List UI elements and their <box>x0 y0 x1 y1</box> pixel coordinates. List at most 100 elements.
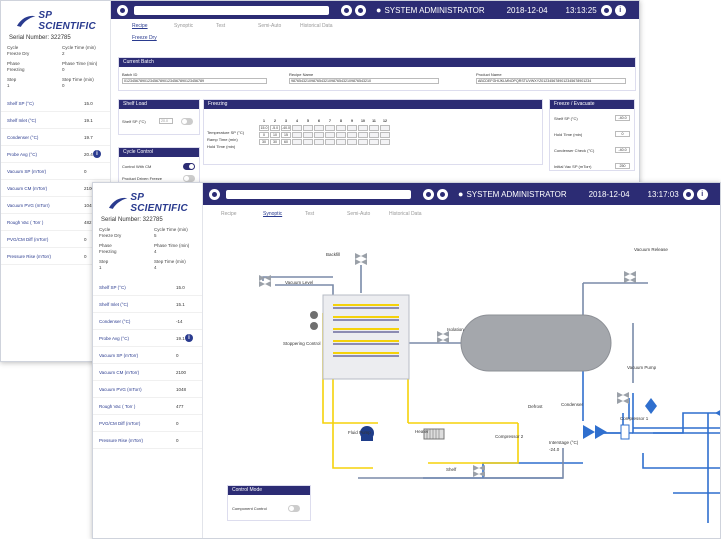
shelf-load-title: Shelf Load <box>119 100 199 109</box>
freezing-row-label: Temperature SP (°C) <box>207 130 245 135</box>
freezing-cell[interactable] <box>336 139 346 145</box>
logout-icon[interactable] <box>600 4 612 16</box>
tab-freeze-dry[interactable]: Freeze Dry <box>132 35 192 41</box>
freezing-cell[interactable]: -5.0 <box>270 125 280 131</box>
tab-synoptic[interactable]: Synoptic <box>263 211 305 217</box>
freezing-cell[interactable] <box>292 125 302 131</box>
freezing-cell[interactable] <box>380 132 390 138</box>
step-column-header[interactable]: 7 <box>325 118 335 124</box>
step-column-header[interactable]: 11 <box>369 118 379 124</box>
freezing-cell[interactable] <box>358 132 368 138</box>
freezing-cell[interactable] <box>336 132 346 138</box>
shelf-load-toggle[interactable] <box>181 118 193 125</box>
tab-semi-auto[interactable]: Semi-Auto <box>258 23 300 29</box>
freezing-cell[interactable] <box>380 125 390 131</box>
info-icon[interactable]: i <box>614 4 626 16</box>
freezing-cell[interactable] <box>325 125 335 131</box>
step-column-header[interactable]: 8 <box>336 118 346 124</box>
freezing-cell[interactable] <box>325 132 335 138</box>
tab-test[interactable]: Test <box>216 23 258 29</box>
menu-button[interactable] <box>117 4 128 16</box>
freezing-cell[interactable] <box>303 139 313 145</box>
freezing-cell[interactable]: 0 <box>259 132 269 138</box>
step-column-header[interactable]: 12 <box>380 118 390 124</box>
stoppering-up-button[interactable] <box>310 311 318 319</box>
freeze-evac-input[interactable]: 0 <box>615 131 630 137</box>
freezing-cell[interactable] <box>369 132 379 138</box>
recipe-name-input[interactable]: 9876543210987654321098765432109876543210 <box>289 78 439 84</box>
freezing-cell[interactable] <box>369 139 379 145</box>
vacuum-release-valve-icon[interactable] <box>624 271 636 283</box>
freezing-cell[interactable] <box>314 139 324 145</box>
freezing-cell[interactable] <box>336 125 346 131</box>
tab-test[interactable]: Test <box>305 211 347 217</box>
freeze-evac-input[interactable]: 250 <box>615 163 630 169</box>
product-driven-freeze-toggle[interactable] <box>183 175 195 182</box>
product-name-input[interactable]: ABCDEFGHIJKLMNOPQRSTUVWXYZ01234567890123… <box>476 78 626 84</box>
isolation-valve-icon[interactable] <box>437 331 449 343</box>
tab-semi-auto[interactable]: Semi-Auto <box>347 211 389 217</box>
compressor-2-icon[interactable] <box>583 425 607 439</box>
step-column-header[interactable]: 6 <box>314 118 324 124</box>
freeze-evac-input[interactable]: -40.0 <box>615 115 630 121</box>
logout-icon[interactable] <box>682 188 694 200</box>
freezing-cell[interactable]: 60 <box>281 139 291 145</box>
compressor-1-icon[interactable] <box>715 406 721 420</box>
freezing-cell[interactable]: -40.0 <box>281 125 291 131</box>
freezing-cell[interactable] <box>314 125 324 131</box>
freezing-cell[interactable] <box>292 132 302 138</box>
component-control-toggle[interactable] <box>288 505 300 512</box>
freezing-cell[interactable] <box>314 132 324 138</box>
shelf-load-input[interactable]: 20.0 <box>159 118 173 124</box>
freezing-cell[interactable] <box>369 125 379 131</box>
freeze-evac-input[interactable]: -40.0 <box>615 147 630 153</box>
menu-button[interactable] <box>209 188 220 200</box>
reading-value: -14 <box>176 318 183 324</box>
batch-id-input[interactable]: 0123456789012345678901234567890123456789 <box>122 78 267 84</box>
tab-recipe[interactable]: Recipe <box>221 211 263 217</box>
probe-info-icon[interactable]: i <box>93 150 101 158</box>
status-time-value: 5 <box>154 233 157 238</box>
step-column-header[interactable]: 10 <box>358 118 368 124</box>
control-with-cm-toggle[interactable] <box>183 163 195 170</box>
message-field[interactable] <box>134 5 329 15</box>
step-column-header[interactable]: 4 <box>292 118 302 124</box>
stop-button[interactable] <box>355 4 366 16</box>
freezing-cell[interactable] <box>347 125 357 131</box>
tab-synoptic[interactable]: Synoptic <box>174 23 216 29</box>
freezing-cell[interactable]: 30 <box>270 139 280 145</box>
tab-historical-data[interactable]: Historical Data <box>300 23 342 29</box>
freezing-cell[interactable] <box>303 125 313 131</box>
fluid-pump-label: Fluid Pump <box>348 430 371 435</box>
defrost-valve-icon[interactable] <box>617 392 629 404</box>
backfill-valve-icon[interactable] <box>355 253 367 265</box>
freezing-cell[interactable] <box>303 132 313 138</box>
alarm-button[interactable] <box>341 4 352 16</box>
freezing-cell[interactable] <box>358 125 368 131</box>
message-field[interactable] <box>226 189 411 199</box>
step-column-header[interactable]: 9 <box>347 118 357 124</box>
freezing-cell[interactable] <box>347 132 357 138</box>
step-column-header[interactable]: 1 <box>259 118 269 124</box>
probe-info-icon[interactable]: i <box>185 334 193 342</box>
freezing-cell[interactable]: 15.0 <box>259 125 269 131</box>
step-column-header[interactable]: 3 <box>281 118 291 124</box>
main-tabs: Recipe Synoptic Test Semi-Auto Historica… <box>221 211 431 217</box>
freezing-cell[interactable] <box>292 139 302 145</box>
tab-historical-data[interactable]: Historical Data <box>389 211 431 217</box>
stop-button[interactable] <box>437 188 448 200</box>
freezing-cell[interactable]: 30 <box>259 139 269 145</box>
tab-recipe[interactable]: Recipe <box>132 23 174 29</box>
alarm-button[interactable] <box>423 188 434 200</box>
stoppering-down-button[interactable] <box>310 322 318 330</box>
freezing-cell[interactable] <box>358 139 368 145</box>
info-icon[interactable]: i <box>696 188 708 200</box>
freezing-cell[interactable] <box>347 139 357 145</box>
freezing-cell[interactable]: 15 <box>281 132 291 138</box>
freezing-cell[interactable] <box>325 139 335 145</box>
step-column-header[interactable]: 2 <box>270 118 280 124</box>
freezing-cell[interactable]: 10 <box>270 132 280 138</box>
step-column-header[interactable]: 5 <box>303 118 313 124</box>
current-batch-panel: Current Batch Batch ID 01234567890123456… <box>118 57 636 91</box>
freezing-cell[interactable] <box>380 139 390 145</box>
